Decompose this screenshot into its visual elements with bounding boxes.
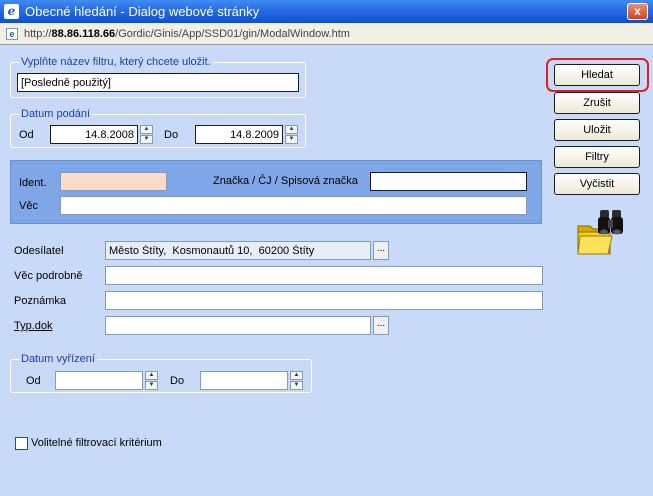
typ-dok-input[interactable] bbox=[105, 316, 371, 335]
datum-vyrizeni-od-spinner[interactable]: ▲ ▼ bbox=[145, 371, 158, 390]
vec-label: Věc bbox=[19, 200, 38, 212]
filter-name-input[interactable] bbox=[17, 73, 299, 92]
datum-podani-od-label: Od bbox=[19, 129, 34, 141]
datum-podani-do-label: Do bbox=[164, 129, 179, 141]
zrusit-button[interactable]: Zrušit bbox=[554, 92, 640, 114]
window-title: Obecné hledání - Dialog webové stránky bbox=[25, 4, 260, 19]
odesilatel-browse-button[interactable]: ... bbox=[373, 241, 389, 260]
spin-up-icon[interactable]: ▲ bbox=[140, 125, 153, 134]
spin-up-icon[interactable]: ▲ bbox=[285, 125, 298, 134]
spin-down-icon[interactable]: ▼ bbox=[145, 381, 158, 390]
znacka-input[interactable] bbox=[370, 172, 527, 191]
vec-podrobne-label: Věc podrobně bbox=[14, 270, 83, 282]
title-bar: e Obecné hledání - Dialog webové stránky… bbox=[0, 0, 653, 23]
binoculars-folder-icon bbox=[577, 210, 623, 255]
optional-filter-label: Volitelné filtrovací kritérium bbox=[31, 437, 162, 449]
filter-name-legend: Vyplňte název filtru, který chcete uloži… bbox=[21, 56, 211, 68]
url-path: /Gordic/Ginis/App/SSD01/gin/ModalWindow.… bbox=[115, 28, 350, 40]
datum-podani-od-spinner[interactable]: ▲ ▼ bbox=[140, 125, 153, 144]
typ-dok-link[interactable]: Typ.dok bbox=[14, 320, 53, 332]
spin-down-icon[interactable]: ▼ bbox=[290, 381, 303, 390]
address-bar: e http://88.86.118.66/Gordic/Ginis/App/S… bbox=[0, 23, 653, 45]
datum-vyrizeni-do-input[interactable] bbox=[200, 371, 288, 390]
datum-vyrizeni-od-label: Od bbox=[26, 375, 41, 387]
filtry-button[interactable]: Filtry bbox=[554, 146, 640, 168]
datum-vyrizeni-do-label: Do bbox=[170, 375, 185, 387]
spin-up-icon[interactable]: ▲ bbox=[145, 371, 158, 380]
ident-input[interactable] bbox=[60, 172, 167, 191]
spin-up-icon[interactable]: ▲ bbox=[290, 371, 303, 380]
url-text: http://88.86.118.66/Gordic/Ginis/App/SSD… bbox=[24, 28, 350, 40]
poznamka-input[interactable] bbox=[105, 291, 543, 310]
datum-podani-do-input[interactable] bbox=[195, 125, 283, 144]
url-host: 88.86.118.66 bbox=[51, 28, 116, 40]
odesilatel-label: Odesílatel bbox=[14, 245, 64, 257]
spin-down-icon[interactable]: ▼ bbox=[140, 135, 153, 144]
odesilatel-input[interactable] bbox=[105, 241, 371, 260]
optional-filter-checkbox[interactable] bbox=[15, 437, 28, 450]
vec-input[interactable] bbox=[60, 196, 527, 215]
znacka-label: Značka / ČJ / Spisová značka bbox=[213, 175, 358, 187]
vycistit-button[interactable]: Vyčistit bbox=[554, 173, 640, 195]
poznamka-label: Poznámka bbox=[14, 295, 66, 307]
ident-label: Ident. bbox=[19, 177, 47, 189]
page-icon: e bbox=[6, 28, 18, 40]
ie-logo-icon: e bbox=[4, 4, 19, 19]
datum-podani-od-input[interactable] bbox=[50, 125, 138, 144]
hledat-button[interactable]: Hledat bbox=[554, 64, 640, 86]
ulozit-button[interactable]: Uložit bbox=[554, 119, 640, 141]
datum-podani-do-spinner[interactable]: ▲ ▼ bbox=[285, 125, 298, 144]
datum-podani-legend: Datum podání bbox=[21, 108, 91, 120]
vec-podrobne-input[interactable] bbox=[105, 266, 543, 285]
datum-vyrizeni-do-spinner[interactable]: ▲ ▼ bbox=[290, 371, 303, 390]
close-button[interactable]: x bbox=[627, 3, 648, 20]
dialog-content: Vyplňte název filtru, který chcete uloži… bbox=[0, 46, 653, 496]
datum-vyrizeni-od-input[interactable] bbox=[55, 371, 143, 390]
typ-dok-browse-button[interactable]: ... bbox=[373, 316, 389, 335]
spin-down-icon[interactable]: ▼ bbox=[285, 135, 298, 144]
datum-vyrizeni-legend: Datum vyřízení bbox=[21, 353, 95, 365]
